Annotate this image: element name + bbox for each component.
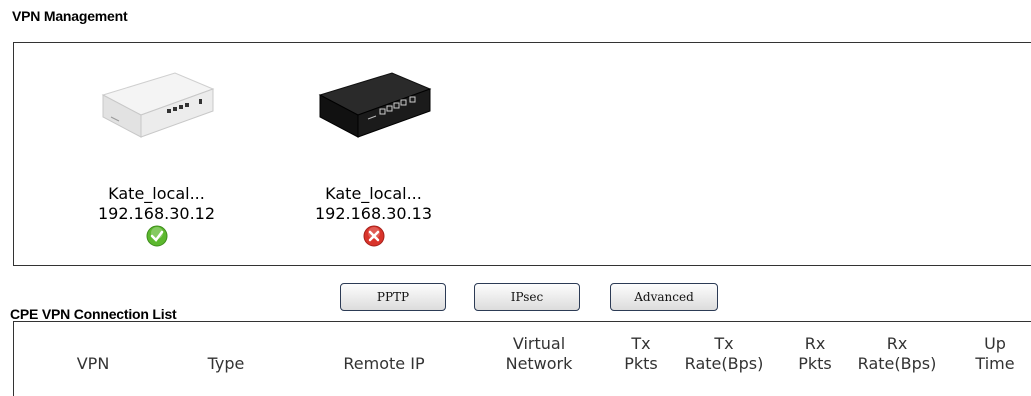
device-name: Kate_local...	[325, 184, 422, 203]
column-header-rx-rate[interactable]: Rx Rate(Bps)	[847, 334, 947, 374]
column-header-tx-pkts[interactable]: Tx Pkts	[616, 334, 666, 374]
ipsec-button[interactable]: IPsec	[474, 283, 580, 311]
advanced-button[interactable]: Advanced	[610, 283, 718, 311]
vpn-management-title: VPN Management	[12, 8, 128, 24]
connection-list-table: VPN Type Remote IP Virtual Network Tx Pk…	[13, 321, 1031, 396]
device-name: Kate_local...	[108, 184, 205, 203]
column-header-type[interactable]: Type	[196, 354, 256, 374]
device-ip: 192.168.30.13	[314, 204, 433, 223]
vpn-management-panel: Kate_local... 192.168.30.12 Kate_local..…	[13, 42, 1031, 266]
green-check-icon	[146, 225, 167, 247]
connection-list-title: CPE VPN Connection List	[10, 306, 177, 322]
pptp-button[interactable]: PPTP	[340, 283, 446, 311]
router-black-icon[interactable]	[314, 55, 434, 150]
device-card[interactable]: Kate_local... 192.168.30.12	[69, 55, 244, 247]
column-header-up-time[interactable]: Up Time	[970, 334, 1020, 374]
column-header-remote-ip[interactable]: Remote IP	[324, 354, 444, 374]
column-header-virtual-network[interactable]: Virtual Network	[494, 334, 584, 374]
column-header-tx-rate[interactable]: Tx Rate(Bps)	[674, 334, 774, 374]
column-header-vpn[interactable]: VPN	[63, 354, 123, 374]
red-x-icon	[363, 225, 384, 247]
router-white-icon[interactable]	[97, 55, 217, 150]
column-header-rx-pkts[interactable]: Rx Pkts	[790, 334, 840, 374]
device-card[interactable]: Kate_local... 192.168.30.13	[286, 55, 461, 247]
device-ip: 192.168.30.12	[97, 204, 216, 223]
